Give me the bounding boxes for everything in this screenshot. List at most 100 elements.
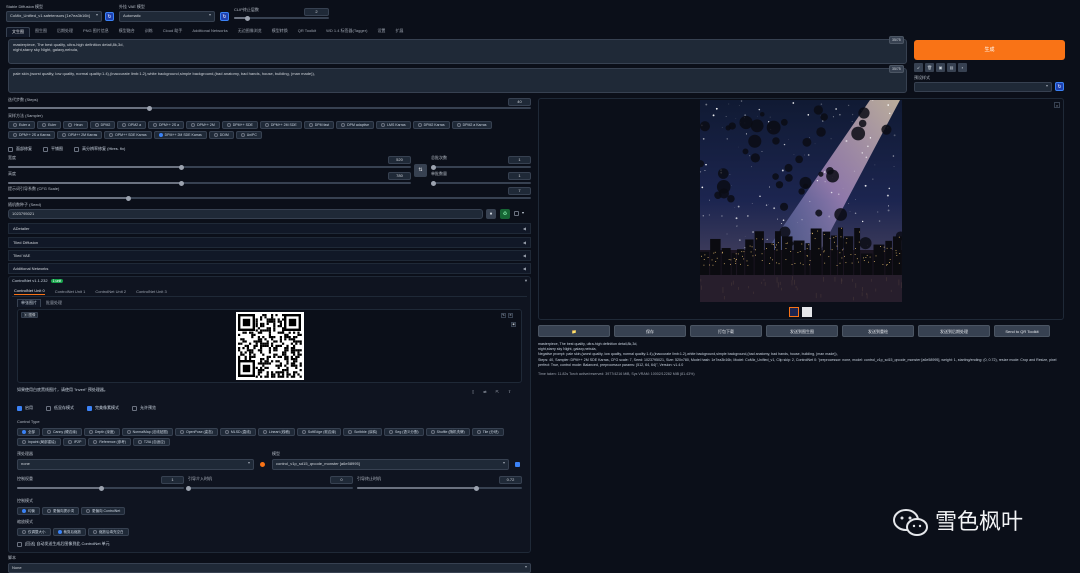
output-button-item[interactable]: 保存 (614, 325, 686, 337)
sampler-option[interactable]: DPM++ 2M (186, 121, 220, 129)
clipboard-icon[interactable]: ▤ (947, 63, 956, 72)
sampler-option[interactable]: DPM2 a Karras (451, 121, 492, 129)
hires-fix-checkbox[interactable] (74, 147, 79, 152)
sampler-option[interactable]: UniPC (235, 131, 262, 139)
control-type-option[interactable]: NormalMap (法线贴图) (121, 428, 173, 436)
output-button-item[interactable]: 打包下载 (690, 325, 762, 337)
controlnet-unit-tab[interactable]: ControlNet Unit 3 (136, 289, 167, 295)
width-input[interactable]: 520 (388, 156, 411, 164)
enable-checkbox[interactable] (17, 406, 22, 411)
tab-item[interactable]: 训练 (140, 27, 158, 37)
accordion-additional-networks[interactable]: Additional Networks ◀ (8, 263, 531, 274)
save-style-icon[interactable]: ▪ (958, 63, 967, 72)
send-icon[interactable]: ⇱ (496, 389, 499, 395)
control-type-option[interactable]: Scribble (涂鸦) (343, 428, 383, 436)
batch-count-slider[interactable] (431, 164, 531, 170)
control-type-option[interactable]: Canny (硬边缘) (42, 428, 82, 436)
trash-icon[interactable]: 🗑 (925, 63, 934, 72)
tiling-checkbox[interactable] (43, 147, 48, 152)
thumbnail-2[interactable] (802, 307, 812, 317)
control-type-option[interactable]: T2IA (自适应) (132, 438, 170, 446)
sampler-option[interactable]: DPM adaptive (336, 121, 375, 129)
thumbnail-1[interactable] (789, 307, 799, 317)
paste-icon[interactable]: ↙ (914, 63, 923, 72)
controlnet-unit-tab[interactable]: ControlNet Unit 0 (14, 288, 45, 295)
steps-slider[interactable] (8, 105, 531, 111)
refresh-vae-button[interactable]: ↻ (220, 12, 229, 21)
apply-style-button[interactable]: ↻ (1055, 82, 1064, 91)
upload-icon[interactable]: ⇪ (508, 389, 511, 395)
image-icon[interactable]: ▣ (936, 63, 945, 72)
sampler-option[interactable]: DPM++ 2M Karras (57, 131, 103, 139)
run-preprocessor-icon[interactable] (260, 462, 265, 467)
sampler-option[interactable]: LMS Karras (376, 121, 411, 129)
edit-icon[interactable]: ✎ (501, 313, 506, 318)
sampler-option[interactable]: DPM++ 2S a Karras (8, 131, 56, 139)
tab-item[interactable]: 无边图像浏览 (233, 27, 267, 37)
swap-icon[interactable]: ⇄ (483, 389, 486, 395)
tab-item[interactable]: 后期处理 (52, 27, 78, 37)
sampler-option[interactable]: DPM++ 2M SDE (259, 121, 302, 129)
batch-size-slider[interactable] (431, 180, 531, 186)
refresh-models-button[interactable]: ↻ (105, 12, 114, 21)
sampler-option[interactable]: DPM++ 2S a (148, 121, 185, 129)
seed-input[interactable]: 1023795021 (8, 209, 483, 219)
sampler-option[interactable]: DPM++ SDE Karras (104, 131, 152, 139)
sampler-option[interactable]: DPM2 (89, 121, 116, 129)
weight-slider[interactable] (17, 485, 184, 491)
close-icon[interactable]: ✕ (508, 313, 513, 318)
restore-faces-checkbox[interactable] (8, 147, 13, 152)
subtab-batch[interactable]: 批量处理 (46, 300, 62, 306)
control-type-option[interactable]: Depth (深度) (83, 428, 120, 436)
caret-down-icon[interactable]: ▼ (524, 278, 528, 284)
controlnet-model-select[interactable]: control_v1p_sd15_qrcode_monster [a6e5899… (272, 459, 509, 470)
batch-size-input[interactable]: 1 (508, 172, 531, 180)
steps-input[interactable]: 40 (508, 98, 531, 106)
allow-preview-checkbox[interactable] (132, 406, 137, 411)
end-input[interactable]: 0.72 (499, 476, 522, 484)
weight-input[interactable]: 1 (161, 476, 184, 484)
accordion-tiled-diffusion[interactable]: Tiled Diffusion ◀ (8, 237, 531, 248)
subtab-single-image[interactable]: 单张图片 (17, 299, 41, 307)
recycle-icon[interactable]: ♻ (500, 209, 510, 219)
file-icon[interactable]: ▯ (472, 389, 474, 395)
tab-item[interactable]: 模型融合 (114, 27, 140, 37)
output-button-item[interactable]: 发送到图生图 (766, 325, 838, 337)
resize-mode-option[interactable]: 裁剪后缩放 (52, 528, 86, 536)
cfg-input[interactable]: 7 (508, 187, 531, 195)
control-type-option[interactable]: Inpaint (局部重绘) (17, 438, 61, 446)
controlnet-unit-tab[interactable]: ControlNet Unit 1 (55, 289, 86, 295)
dice-icon[interactable]: ● (486, 209, 496, 219)
refresh-icon[interactable] (515, 462, 520, 467)
start-slider[interactable] (186, 485, 353, 491)
model-select[interactable]: CoMix_Unified_v1.safetensors [1e7ea3b16b… (6, 11, 102, 22)
control-type-option[interactable]: SoftEdge (软边缘) (296, 428, 342, 436)
sampler-option[interactable]: DPM2 Karras (412, 121, 450, 129)
tab-item[interactable]: 设置 (372, 27, 390, 37)
control-type-option[interactable]: OpenPose (姿态) (174, 428, 218, 436)
generate-button[interactable]: 生成 (914, 40, 1065, 60)
sampler-option[interactable]: Heun (63, 121, 88, 129)
end-slider[interactable] (357, 485, 522, 491)
start-input[interactable]: 0 (330, 476, 353, 484)
clip-skip-slider[interactable] (234, 15, 329, 21)
accordion-adetailer[interactable]: ADetailer ◀ (8, 223, 531, 234)
accordion-tiled-vae[interactable]: Tiled VAE ◀ (8, 250, 531, 261)
tab-qr-toolkit[interactable]: QR Toolkit (293, 27, 321, 37)
sampler-option[interactable]: Euler a (8, 121, 36, 129)
extra-seed-checkbox[interactable] (514, 211, 519, 216)
vae-select[interactable]: Automatic ▾ (119, 11, 215, 22)
output-button-item[interactable]: 发送到后期处理 (918, 325, 990, 337)
tab-item[interactable]: 图生图 (30, 27, 52, 37)
script-select[interactable]: None ▾ (8, 563, 531, 573)
sampler-option[interactable]: Euler (37, 121, 62, 129)
style-select[interactable]: ▾ (914, 82, 1052, 92)
batch-count-input[interactable]: 1 (508, 156, 531, 164)
control-type-option[interactable]: Tile (分块) (471, 428, 504, 436)
control-type-option[interactable]: 全部 (17, 428, 40, 436)
tab-additional-networks[interactable]: Additional Networks (187, 27, 232, 37)
height-input[interactable]: 780 (388, 172, 411, 180)
tab-png[interactable]: PNG 图片信息 (78, 27, 114, 37)
control-mode-option[interactable]: 均衡 (17, 507, 40, 515)
control-type-option[interactable]: Seg (语义分割) (384, 428, 424, 436)
